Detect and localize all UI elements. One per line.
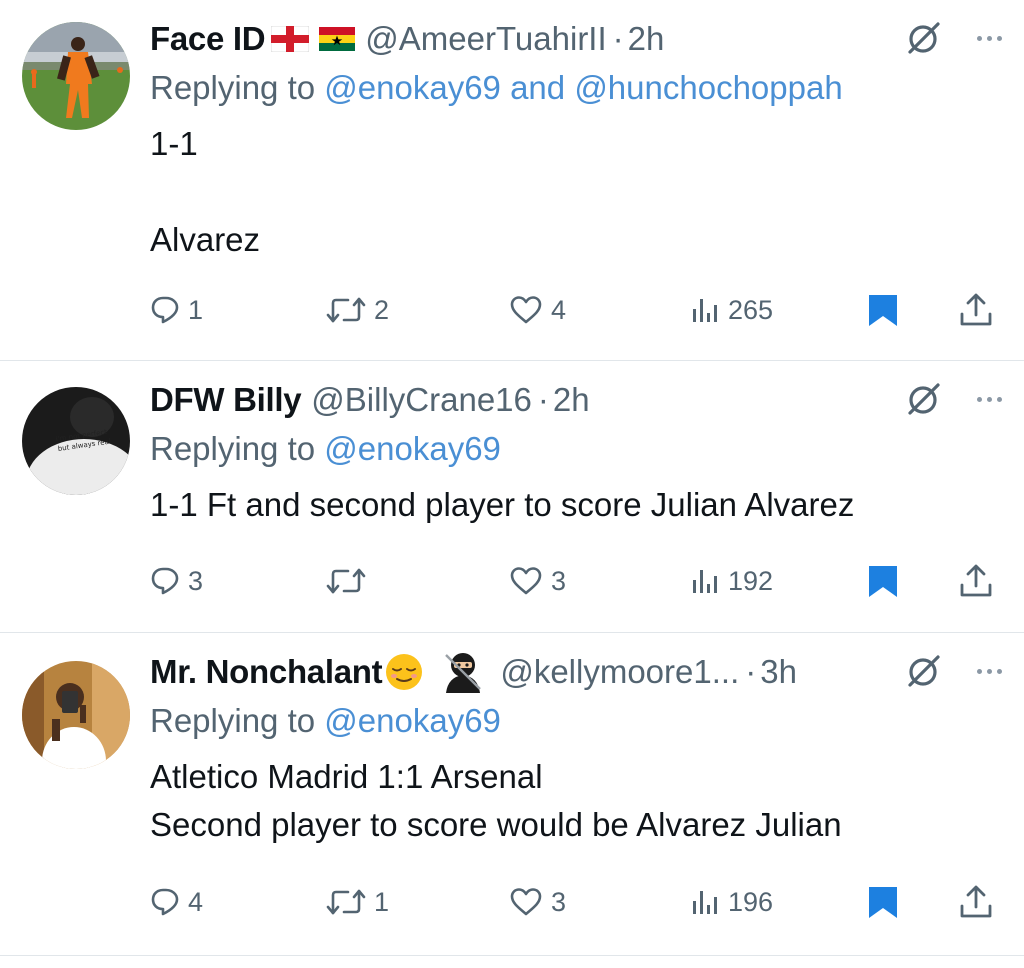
bookmark-button[interactable] [866, 878, 900, 926]
share-button[interactable] [958, 557, 994, 605]
tweet-text: 1-1 Alvarez [150, 125, 261, 258]
replying-to: Replying to @enokay69 [150, 697, 1002, 745]
divider [0, 955, 1024, 956]
heart-icon [509, 887, 543, 917]
replying-prefix: Replying to [150, 430, 316, 467]
ghana-flag-icon [319, 27, 356, 51]
mention-link[interactable]: @enokay69 [324, 69, 501, 106]
reply-icon [150, 295, 180, 325]
retweet-icon [326, 295, 366, 325]
like-count: 3 [551, 886, 567, 917]
tweet-2[interactable]: i'm not perfect but always real DFW Bill… [0, 361, 1024, 632]
more-options-icon[interactable] [977, 669, 1002, 674]
retweet-button[interactable]: 1 [326, 878, 389, 926]
share-button[interactable] [958, 878, 994, 926]
user-handle[interactable]: @AmeerTuahirII [365, 14, 606, 64]
timestamp[interactable]: 3h [760, 647, 797, 697]
bookmark-icon [866, 563, 900, 599]
display-name[interactable]: Mr. Nonchalant [150, 647, 383, 697]
grok-icon[interactable] [906, 20, 942, 61]
user-handle[interactable]: @BillyCrane16 [311, 375, 532, 425]
reply-button[interactable]: 4 [150, 878, 203, 926]
like-button[interactable]: 4 [509, 286, 566, 334]
retweet-icon [326, 566, 366, 596]
retweet-button[interactable] [326, 557, 374, 605]
like-count: 3 [551, 565, 567, 596]
views-count: 265 [728, 294, 774, 325]
like-button[interactable]: 3 [509, 878, 566, 926]
tweet-header: DFW Billy @BillyCrane16 · 2h [150, 375, 1002, 425]
views-button[interactable]: 265 [690, 286, 773, 334]
reply-count: 3 [188, 565, 204, 596]
timestamp[interactable]: 2h [628, 14, 665, 64]
mention-link[interactable]: @hunchochoppah [574, 69, 842, 106]
bookmark-button[interactable] [866, 557, 900, 605]
tweet-text: Atletico Madrid 1:1 Arsenal Second playe… [150, 758, 842, 843]
heart-icon [509, 566, 543, 596]
views-button[interactable]: 192 [690, 557, 773, 605]
replying-to: Replying to @enokay69 and @hunchochoppah [150, 64, 1002, 112]
separator-dot: · [612, 20, 624, 57]
views-count: 196 [728, 886, 774, 917]
like-count: 4 [551, 294, 567, 325]
share-icon [958, 884, 994, 920]
action-bar: 3 3 192 [150, 557, 1000, 605]
retweet-button[interactable]: 2 [326, 286, 389, 334]
views-icon [690, 566, 720, 596]
like-button[interactable]: 3 [509, 557, 566, 605]
timestamp[interactable]: 2h [553, 375, 590, 425]
reply-count: 4 [188, 886, 204, 917]
mention-link[interactable]: @enokay69 [324, 702, 501, 739]
replying-prefix: Replying to [150, 69, 316, 106]
reply-button[interactable]: 1 [150, 286, 203, 334]
views-icon [690, 295, 720, 325]
heart-icon [509, 295, 543, 325]
replying-to: Replying to @enokay69 [150, 425, 1002, 473]
grok-icon[interactable] [906, 653, 942, 694]
share-button[interactable] [958, 286, 994, 334]
share-icon [958, 563, 994, 599]
bookmark-button[interactable] [866, 286, 900, 334]
separator-dot: · [537, 381, 549, 418]
display-name[interactable]: DFW Billy [150, 375, 302, 425]
user-handle[interactable]: @kellymoore1... [500, 647, 739, 697]
mention-and: and [510, 69, 566, 106]
reply-count: 1 [188, 294, 204, 325]
more-options-icon[interactable] [977, 36, 1002, 41]
views-button[interactable]: 196 [690, 878, 773, 926]
retweet-count: 2 [374, 294, 390, 325]
share-icon [958, 292, 994, 328]
more-options-icon[interactable] [977, 397, 1002, 402]
tweet-text: 1-1 Ft and second player to score Julian… [150, 486, 855, 523]
reply-button[interactable]: 3 [150, 557, 203, 605]
avatar[interactable] [22, 661, 130, 769]
relieved-face-icon [384, 652, 424, 692]
grok-icon[interactable] [906, 381, 942, 422]
avatar[interactable] [22, 22, 130, 130]
avatar[interactable]: i'm not perfect but always real [22, 387, 130, 495]
views-icon [690, 887, 720, 917]
tweet-3[interactable]: Mr. Nonchalant @kellymoore1... · 3h Repl… [0, 633, 1024, 955]
separator-dot: · [745, 653, 757, 690]
tweet-1[interactable]: Face ID @AmeerTuahirII · 2h Replying to … [0, 0, 1024, 360]
reply-icon [150, 566, 180, 596]
bookmark-icon [866, 292, 900, 328]
action-bar: 4 1 3 196 [150, 878, 1000, 926]
display-name[interactable]: Face ID [150, 14, 266, 64]
retweet-count: 1 [374, 886, 390, 917]
views-count: 192 [728, 565, 774, 596]
retweet-icon [326, 887, 366, 917]
replying-prefix: Replying to [150, 702, 316, 739]
action-bar: 1 2 4 265 [150, 286, 1000, 334]
bookmark-icon [866, 884, 900, 920]
mention-link[interactable]: @enokay69 [324, 430, 501, 467]
reply-icon [150, 887, 180, 917]
england-flag-icon [271, 26, 310, 52]
ninja-icon [440, 651, 486, 693]
tweet-header: Face ID @AmeerTuahirII · 2h [150, 14, 1002, 64]
tweet-header: Mr. Nonchalant @kellymoore1... · 3h [150, 647, 1002, 697]
